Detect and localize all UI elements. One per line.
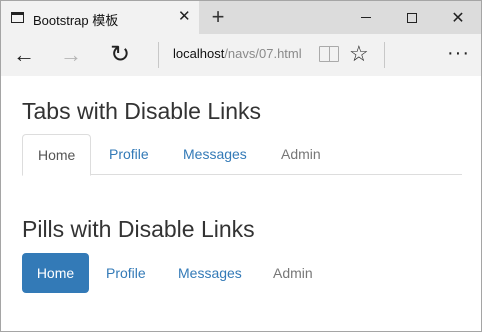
new-tab-icon[interactable]: + <box>207 5 229 29</box>
more-icon[interactable]: ··· <box>447 42 470 65</box>
tab-title: Bootstrap 模板 <box>33 13 119 28</box>
nav-tabs: Home Profile Messages Admin <box>22 134 462 176</box>
tab-admin: Admin <box>281 146 321 162</box>
toolbar-separator <box>384 42 385 68</box>
page-icon <box>11 12 24 23</box>
refresh-icon[interactable]: ↻ <box>105 40 135 70</box>
title-bar: Bootstrap 模板 ✕ + ✕ <box>1 1 481 34</box>
pill-home[interactable]: Home <box>22 253 89 293</box>
reading-view-icon[interactable] <box>319 46 339 62</box>
address-separator <box>158 42 159 68</box>
maximize-button[interactable] <box>389 1 435 34</box>
url-path: /navs/07.html <box>224 46 302 61</box>
tab-messages[interactable]: Messages <box>168 134 262 175</box>
address-toolbar: ← → ↻ localhost/navs/07.html ☆ ··· <box>1 34 481 76</box>
forward-arrow-icon[interactable]: → <box>56 40 86 70</box>
minimize-button[interactable] <box>343 1 389 34</box>
pills-section-title: Pills with Disable Links <box>22 216 255 242</box>
maximize-icon <box>407 12 417 23</box>
browser-tab[interactable]: Bootstrap 模板 ✕ <box>1 1 199 34</box>
minimize-icon <box>361 17 371 18</box>
pill-messages[interactable]: Messages <box>178 253 242 293</box>
back-arrow-icon[interactable]: ← <box>9 40 39 70</box>
star-icon[interactable]: ☆ <box>349 41 369 67</box>
close-window-button[interactable]: ✕ <box>435 1 481 34</box>
address-bar[interactable]: localhost/navs/07.html <box>173 46 302 61</box>
nav-pills: Home Profile Messages Admin <box>22 253 462 293</box>
browser-window: Bootstrap 模板 ✕ + ✕ ← → ↻ localhost/navs/… <box>0 0 482 332</box>
close-icon: ✕ <box>451 9 465 27</box>
page-content: Tabs with Disable Links Home Profile Mes… <box>1 76 481 331</box>
tab-home[interactable]: Home <box>22 134 91 176</box>
pill-admin: Admin <box>273 265 313 281</box>
pill-profile[interactable]: Profile <box>106 253 146 293</box>
tab-profile[interactable]: Profile <box>94 134 164 175</box>
close-tab-icon[interactable]: ✕ <box>178 8 191 26</box>
tabs-section-title: Tabs with Disable Links <box>22 98 262 124</box>
url-host: localhost <box>173 46 225 61</box>
